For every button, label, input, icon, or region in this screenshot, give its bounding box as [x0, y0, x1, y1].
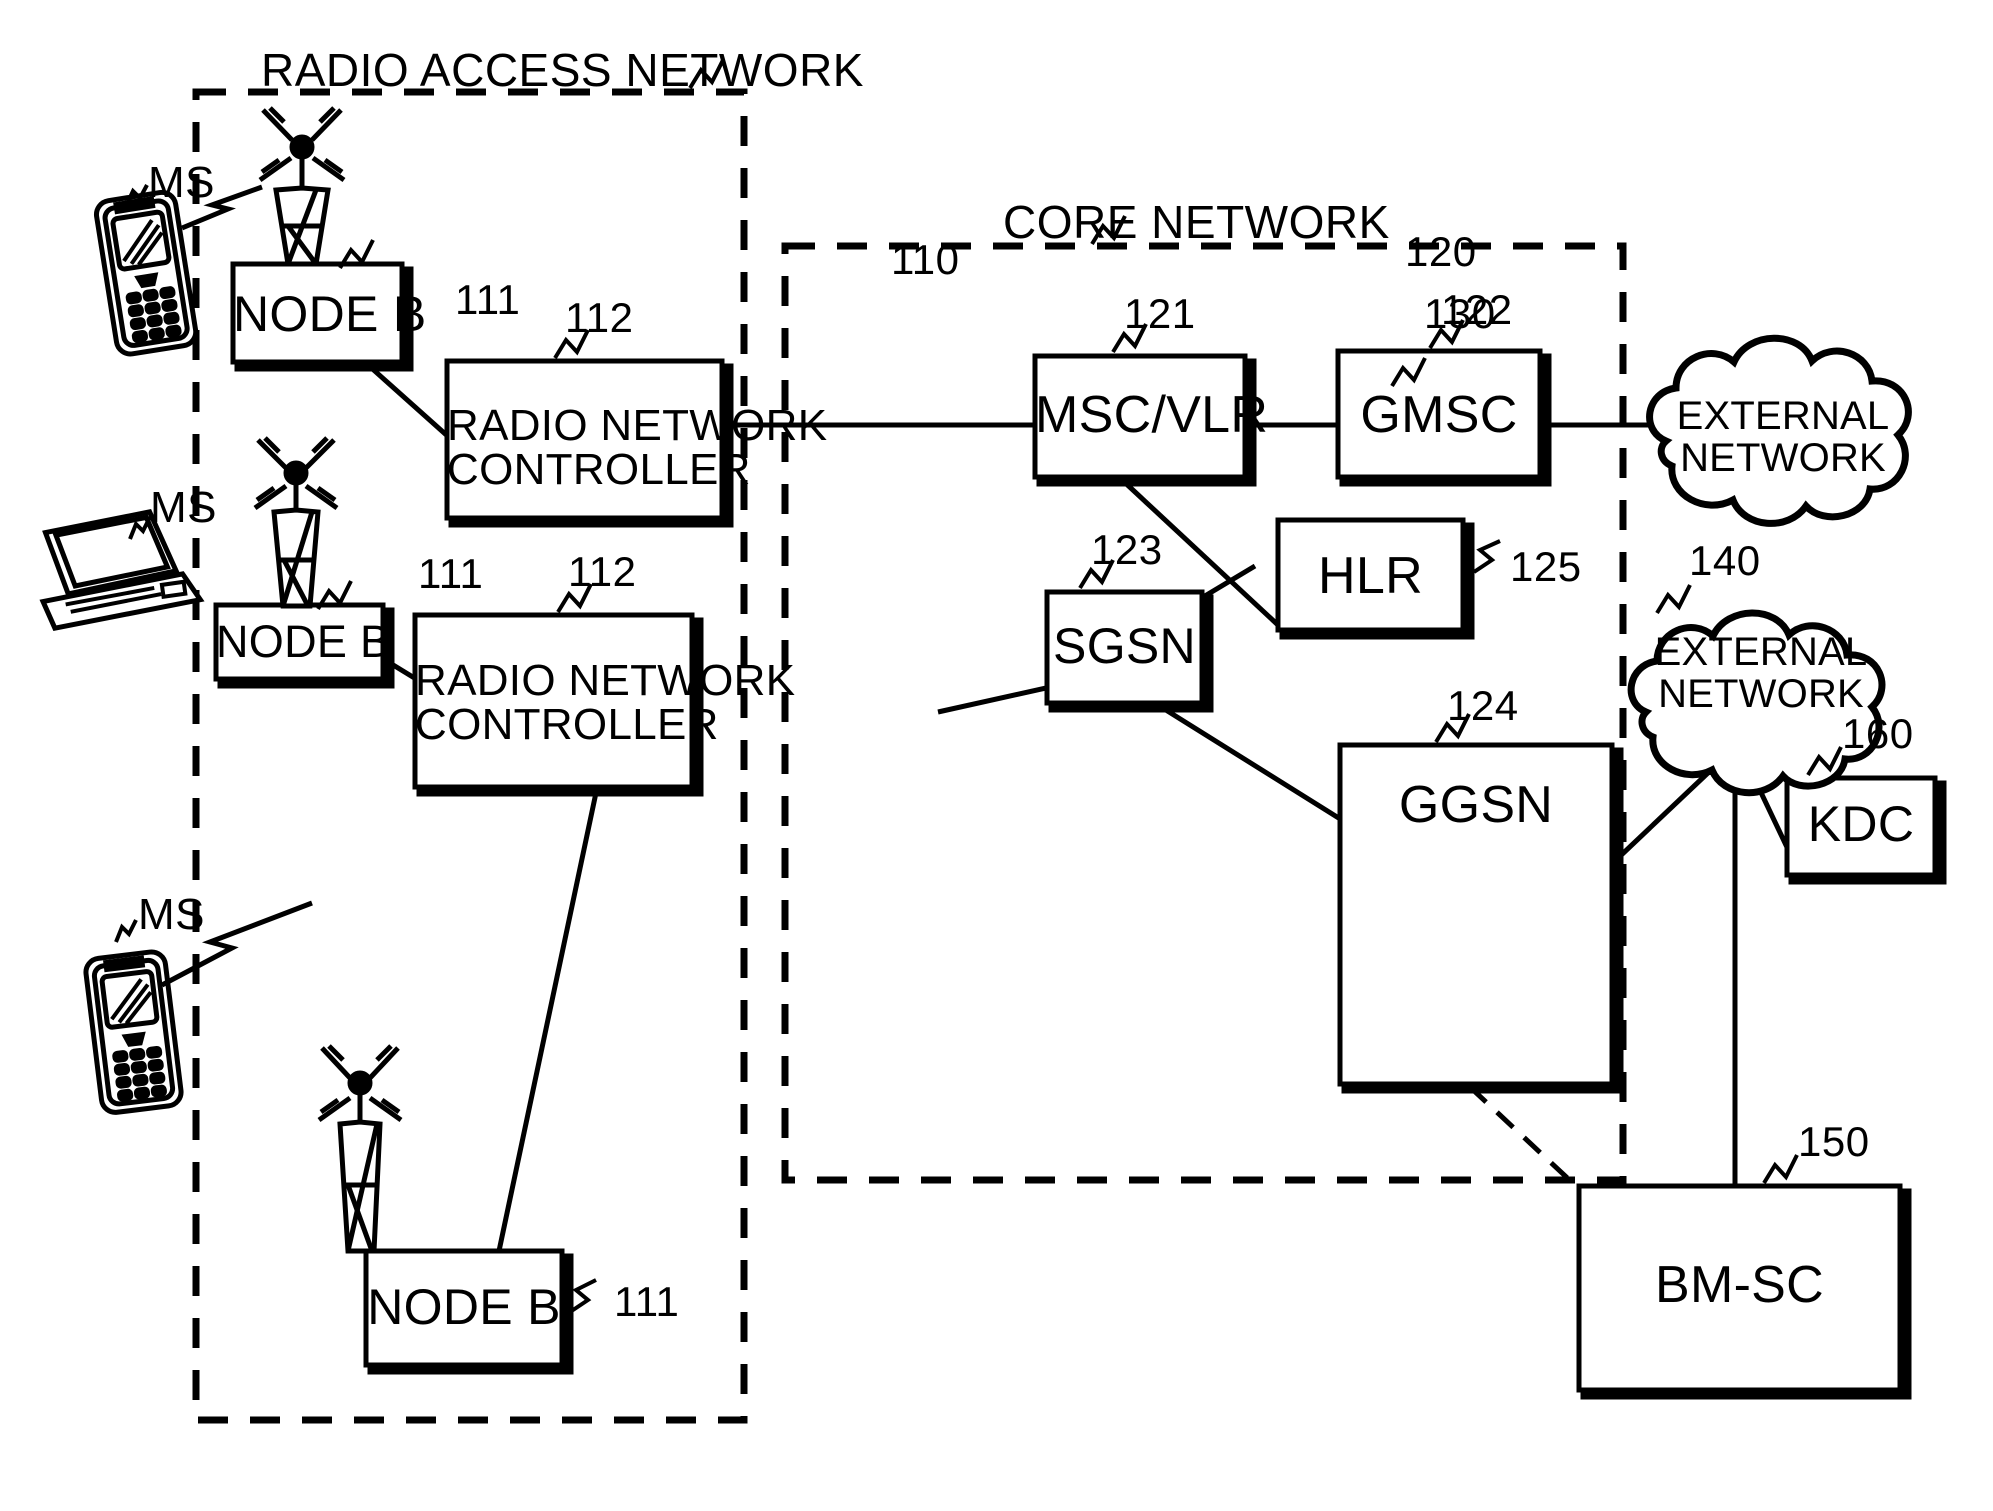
antenna-tower-2-icon	[253, 436, 339, 609]
nodeb-2-label: NODE B	[216, 616, 391, 667]
kdc-ref: 160	[1842, 710, 1914, 757]
ms-phone-top-label: MS	[148, 158, 215, 207]
ran-zone-label: RADIO ACCESS NETWORK	[261, 44, 864, 96]
ms-phone-top-icon	[93, 184, 199, 357]
external-network-2-line1: EXTERNAL	[1654, 630, 1868, 674]
nodeb-1-label: NODE B	[233, 286, 427, 342]
rnc-1-ref: 112	[565, 294, 634, 341]
kdc-label: KDC	[1807, 796, 1915, 852]
nodeb-3-label: NODE B	[367, 1279, 561, 1335]
msc-vlr-ref: 121	[1124, 290, 1196, 337]
external-network-1-line2: NETWORK	[1680, 436, 1886, 480]
ggsn-bmsc-dashed-link	[1468, 1085, 1578, 1188]
rnc-2-ref: 112	[568, 548, 637, 595]
nodeb-1-ref: 111	[455, 276, 521, 323]
rnc-1-label-line2: CONTROLLER	[447, 445, 751, 494]
rnc-2-label-line2: CONTROLLER	[415, 700, 719, 749]
external-network-1-ref: 130	[1424, 290, 1496, 337]
ms-laptop-label: MS	[150, 483, 217, 532]
core-zone-ref: 120	[1405, 228, 1477, 275]
msc-vlr-label: MSC/VLR	[1035, 386, 1269, 444]
diagram-canvas: RADIO ACCESS NETWORK 110 CORE NETWORK 12…	[0, 0, 1993, 1511]
antenna-tower-3-icon	[317, 1044, 403, 1254]
nodeb-2-ref: 111	[418, 550, 484, 597]
bmsc-label: BM-SC	[1654, 1256, 1825, 1314]
hlr-label: HLR	[1318, 547, 1423, 605]
external-network-2-ref: 140	[1689, 537, 1761, 584]
nodeb-3-ref: 111	[614, 1278, 680, 1325]
ggsn-ref: 124	[1447, 682, 1519, 729]
core-zone-label: CORE NETWORK	[1003, 196, 1390, 248]
external-network-2-line2: NETWORK	[1658, 672, 1864, 716]
gmsc-label: GMSC	[1360, 386, 1518, 444]
ms-phone-bottom-icon	[83, 919, 184, 1115]
antenna-tower-1-icon	[258, 106, 346, 267]
hlr-ref: 125	[1510, 543, 1582, 590]
bmsc-ref: 150	[1798, 1118, 1870, 1165]
sgsn-ref: 123	[1091, 526, 1163, 573]
sgsn-label: SGSN	[1053, 618, 1196, 674]
ggsn-label: GGSN	[1398, 776, 1554, 834]
external-network-1-line1: EXTERNAL	[1676, 394, 1890, 438]
ms-phone-bottom-label: MS	[138, 890, 205, 939]
ran-zone-ref: 110	[891, 236, 960, 283]
